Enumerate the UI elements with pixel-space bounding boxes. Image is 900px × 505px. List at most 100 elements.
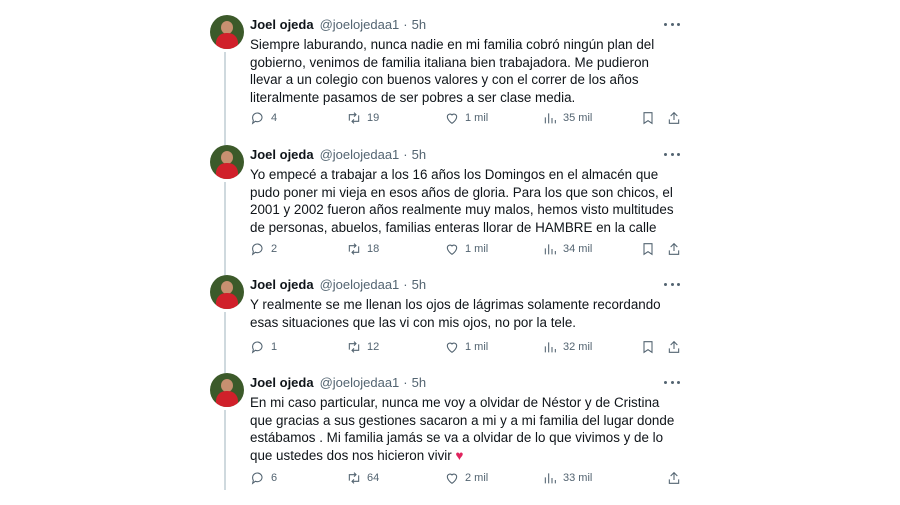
bookmark-button[interactable] <box>640 338 656 356</box>
author-handle[interactable]: @joelojedaa1 <box>320 17 400 32</box>
retweet-button[interactable]: 64 <box>346 469 379 487</box>
share-button[interactable] <box>666 109 682 127</box>
like-icon <box>446 342 458 353</box>
share-icon <box>668 340 680 353</box>
more-icon[interactable] <box>664 17 680 31</box>
views-count: 33 mil <box>563 472 593 484</box>
retweet-icon <box>348 112 360 124</box>
views-button[interactable]: 35 mil <box>542 109 592 127</box>
tweet-header: Joel ojeda @joelojedaa1 · 5h <box>250 15 680 33</box>
separator: · <box>403 16 408 32</box>
retweet-icon <box>348 243 360 255</box>
views-icon <box>544 342 556 353</box>
tweet-text: Y realmente se me llenan los ojos de lág… <box>250 297 661 330</box>
views-button[interactable]: 34 mil <box>542 240 592 258</box>
views-icon <box>544 113 556 124</box>
timestamp[interactable]: 5h <box>412 147 426 162</box>
reply-icon <box>251 472 263 485</box>
timestamp[interactable]: 5h <box>412 375 426 390</box>
tweet-actions: 1 12 1 mil 32 mil <box>250 338 680 356</box>
author-name[interactable]: Joel ojeda <box>250 147 314 162</box>
tweet-text: En mi caso particular, nunca me voy a ol… <box>250 394 680 464</box>
reply-icon <box>251 341 263 354</box>
views-icon <box>544 244 556 255</box>
retweet-count: 18 <box>367 243 380 255</box>
avatar[interactable] <box>210 15 244 49</box>
bookmark-icon <box>643 112 653 125</box>
more-icon[interactable] <box>664 277 680 291</box>
thread-connector <box>224 410 226 490</box>
retweet-count: 64 <box>367 472 380 484</box>
views-count: 34 mil <box>563 243 593 255</box>
tweet-actions: 4 19 1 mil 35 mil <box>250 109 680 127</box>
share-icon <box>668 471 680 484</box>
thread-connector <box>224 52 226 148</box>
views-button[interactable]: 32 mil <box>542 338 592 356</box>
reply-count: 2 <box>271 243 278 255</box>
tweet-actions: 2 18 1 mil 34 mil <box>250 240 680 258</box>
bookmark-button[interactable] <box>640 240 656 258</box>
avatar[interactable] <box>210 275 244 309</box>
avatar[interactable] <box>210 145 244 179</box>
retweet-icon <box>348 341 360 353</box>
views-button[interactable]: 33 mil <box>542 469 592 487</box>
timestamp[interactable]: 5h <box>412 17 426 32</box>
reply-button[interactable]: 1 <box>250 338 277 356</box>
timestamp[interactable]: 5h <box>412 277 426 292</box>
reply-count: 6 <box>271 472 278 484</box>
share-icon <box>668 111 680 124</box>
like-count: 1 mil <box>465 112 489 124</box>
like-count: 1 mil <box>465 243 489 255</box>
share-button[interactable] <box>666 240 682 258</box>
author-handle[interactable]: @joelojedaa1 <box>320 147 400 162</box>
like-button[interactable]: 1 mil <box>444 240 488 258</box>
author-name[interactable]: Joel ojeda <box>250 375 314 390</box>
more-icon[interactable] <box>664 375 680 389</box>
bookmark-button[interactable] <box>640 109 656 127</box>
thread-connector <box>224 182 226 278</box>
reply-icon <box>251 243 263 256</box>
author-name[interactable]: Joel ojeda <box>250 277 314 292</box>
reply-button[interactable]: 2 <box>250 240 277 258</box>
tweet-text: Siempre laburando, nunca nadie en mi fam… <box>250 37 655 105</box>
tweet-actions: 6 64 2 mil 33 mil <box>250 469 680 487</box>
reply-count: 1 <box>271 341 278 353</box>
views-count: 35 mil <box>563 112 593 124</box>
separator: · <box>403 276 408 292</box>
tweet-text: Yo empecé a trabajar a los 16 años los D… <box>250 167 674 235</box>
red-heart-emoji: ♥ <box>455 447 464 463</box>
more-icon[interactable] <box>664 147 680 161</box>
like-count: 2 mil <box>465 472 489 484</box>
retweet-count: 19 <box>367 112 380 124</box>
tweet-header: Joel ojeda @joelojedaa1 · 5h <box>250 275 680 293</box>
separator: · <box>403 374 408 390</box>
like-button[interactable]: 2 mil <box>444 469 488 487</box>
like-button[interactable]: 1 mil <box>444 109 488 127</box>
bookmark-icon <box>643 243 653 256</box>
like-icon <box>446 473 458 484</box>
bookmark-icon <box>643 341 653 354</box>
retweet-button[interactable]: 18 <box>346 240 379 258</box>
share-icon <box>668 242 680 255</box>
author-handle[interactable]: @joelojedaa1 <box>320 375 400 390</box>
like-icon <box>446 244 458 255</box>
thread-connector <box>224 312 226 376</box>
share-button[interactable] <box>666 338 682 356</box>
separator: · <box>403 146 408 162</box>
views-count: 32 mil <box>563 341 593 353</box>
share-button[interactable] <box>666 469 682 487</box>
views-icon <box>544 473 556 484</box>
author-handle[interactable]: @joelojedaa1 <box>320 277 400 292</box>
retweet-button[interactable]: 19 <box>346 109 379 127</box>
reply-count: 4 <box>271 112 278 124</box>
retweet-icon <box>348 472 360 484</box>
reply-button[interactable]: 4 <box>250 109 277 127</box>
author-name[interactable]: Joel ojeda <box>250 17 314 32</box>
retweet-button[interactable]: 12 <box>346 338 379 356</box>
tweet-header: Joel ojeda @joelojedaa1 · 5h <box>250 145 680 163</box>
reply-icon <box>251 112 263 125</box>
retweet-count: 12 <box>367 341 380 353</box>
reply-button[interactable]: 6 <box>250 469 277 487</box>
like-button[interactable]: 1 mil <box>444 338 488 356</box>
avatar[interactable] <box>210 373 244 407</box>
